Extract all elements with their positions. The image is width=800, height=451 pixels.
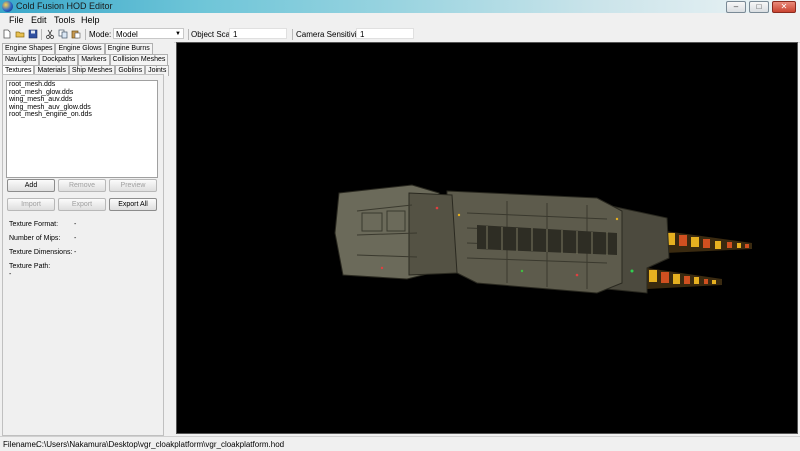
list-item[interactable]: wing_mesh_auv.dds	[7, 96, 157, 104]
chevron-down-icon: ▼	[175, 31, 181, 37]
window-title: Cold Fusion HOD Editor	[16, 1, 113, 11]
camera-sensitivity-label: Camera Sensitivity:	[296, 30, 365, 39]
tab-dockpaths[interactable]: Dockpaths	[39, 54, 79, 65]
texture-dimensions-label: Texture Dimensions:	[9, 249, 73, 256]
tab-engine-shapes[interactable]: Engine Shapes	[2, 43, 56, 54]
list-item[interactable]: root_mesh_engine_on.dds	[7, 111, 157, 119]
paste-icon[interactable]	[71, 29, 81, 39]
add-button[interactable]: Add	[7, 179, 55, 192]
texture-path-label: Texture Path:	[9, 263, 51, 270]
texture-format-value: -	[74, 221, 77, 228]
save-icon[interactable]	[28, 29, 38, 39]
app-icon	[2, 1, 13, 12]
remove-button[interactable]: Remove	[58, 179, 106, 192]
camera-sensitivity-input[interactable]: 1	[356, 28, 414, 39]
spaceship-model	[334, 184, 752, 294]
close-button[interactable]: ✕	[772, 1, 796, 13]
mode-value: Model	[116, 30, 138, 39]
import-button[interactable]: Import	[7, 198, 55, 211]
object-scale-input[interactable]: 1	[229, 28, 287, 39]
engine-glow-upper	[665, 231, 752, 253]
tab-engine-burns[interactable]: Engine Burns	[104, 43, 153, 54]
tab-row-2: NavLights Dockpaths Markers Collision Me…	[2, 54, 169, 65]
mode-select[interactable]: Model ▼	[113, 28, 184, 39]
list-item[interactable]: root_mesh.dds	[7, 81, 157, 89]
texture-format-label: Texture Format:	[9, 221, 59, 228]
preview-button[interactable]: Preview	[109, 179, 157, 192]
engine-glow-lower	[647, 268, 722, 289]
export-button[interactable]: Export	[58, 198, 106, 211]
toolbar-separator	[41, 29, 42, 40]
menu-file[interactable]: File	[9, 15, 24, 25]
model-viewport[interactable]	[176, 42, 798, 434]
texture-list[interactable]: root_mesh.dds root_mesh_glow.dds wing_me…	[6, 80, 158, 178]
toolbar: Mode: Model ▼ Object Scale: 1 Camera Sen…	[0, 27, 800, 43]
new-file-icon[interactable]	[2, 29, 12, 39]
number-of-mips-label: Number of Mips:	[9, 235, 61, 242]
tab-collision-meshes[interactable]: Collision Meshes	[109, 54, 169, 65]
tab-engine-glows[interactable]: Engine Glows	[55, 43, 105, 54]
number-of-mips-value: -	[74, 235, 77, 242]
filename-value: C:\Users\Nakamura\Desktop\vgr_cloakplatf…	[36, 440, 285, 449]
toolbar-separator	[188, 29, 189, 40]
list-item[interactable]: root_mesh_glow.dds	[7, 89, 157, 97]
maximize-button[interactable]: □	[749, 1, 769, 13]
cut-icon[interactable]	[45, 29, 55, 39]
export-all-button[interactable]: Export All	[109, 198, 157, 211]
mode-label: Mode:	[89, 30, 112, 39]
menu-tools[interactable]: Tools	[54, 15, 75, 25]
texture-dimensions-value: -	[74, 249, 77, 256]
minimize-button[interactable]: –	[726, 1, 746, 13]
filename-label: Filename:	[3, 440, 39, 449]
tab-row-1: Engine Shapes Engine Glows Engine Burns	[2, 43, 153, 54]
copy-icon[interactable]	[58, 29, 68, 39]
menu-help[interactable]: Help	[81, 15, 100, 25]
menu-bar: File Edit Tools Help	[0, 13, 800, 27]
tab-markers[interactable]: Markers	[78, 54, 110, 65]
window-controls: – □ ✕	[726, 1, 796, 13]
tab-navlights[interactable]: NavLights	[2, 54, 40, 65]
menu-edit[interactable]: Edit	[31, 15, 47, 25]
left-panel: Engine Shapes Engine Glows Engine Burns …	[0, 42, 174, 436]
title-bar: Cold Fusion HOD Editor – □ ✕	[0, 0, 800, 13]
texture-path-value: -	[9, 271, 12, 278]
toolbar-separator	[292, 29, 293, 40]
status-bar: Filename: C:\Users\Nakamura\Desktop\vgr_…	[0, 436, 800, 451]
toolbar-separator	[85, 29, 86, 40]
open-folder-icon[interactable]	[15, 29, 25, 39]
list-item[interactable]: wing_mesh_auv_glow.dds	[7, 104, 157, 112]
